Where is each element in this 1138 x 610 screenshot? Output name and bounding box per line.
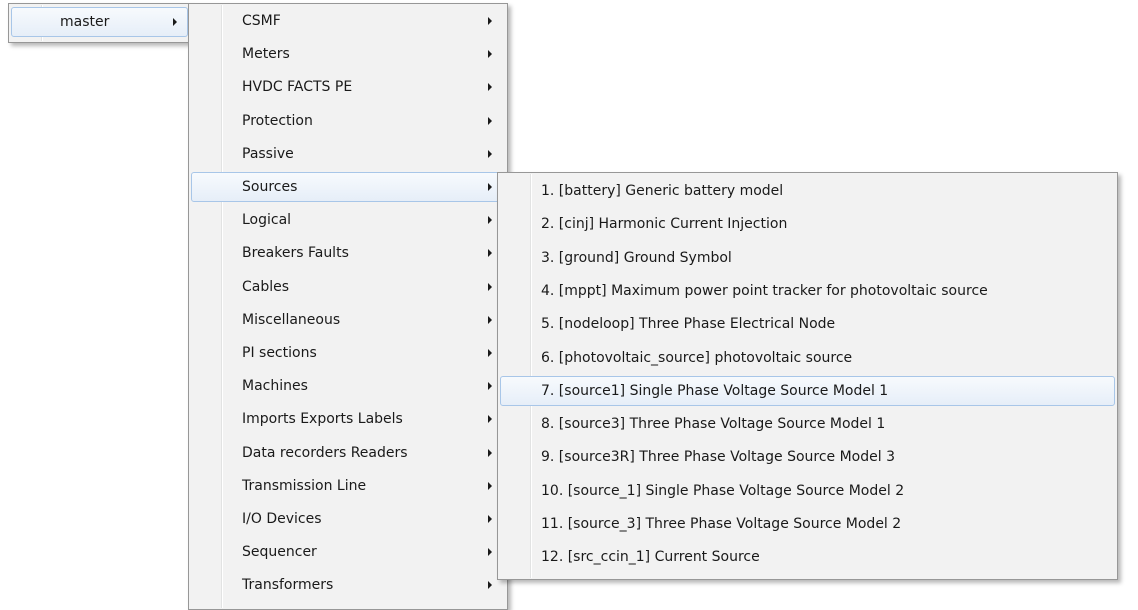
- submenu-arrow-icon: [488, 382, 492, 391]
- submenu-arrow-icon: [488, 149, 492, 158]
- source-item[interactable]: 4. [mppt] Maximum power point tracker fo…: [500, 276, 1115, 306]
- category-item[interactable]: PI sections: [191, 338, 505, 368]
- source-item[interactable]: 7. [source1] Single Phase Voltage Source…: [500, 375, 1115, 406]
- source-item[interactable]: 9. [source3R] Three Phase Voltage Source…: [500, 442, 1115, 472]
- category-item[interactable]: Breakers Faults: [191, 238, 505, 268]
- source-item-label: 5. [nodeloop] Three Phase Electrical Nod…: [541, 316, 836, 333]
- submenu-arrow-icon: [488, 315, 492, 324]
- source-item[interactable]: 8. [source3] Three Phase Voltage Source …: [500, 409, 1115, 439]
- category-item[interactable]: Cables: [191, 272, 505, 302]
- source-item[interactable]: 3. [ground] Ground Symbol: [500, 243, 1115, 273]
- source-item[interactable]: 12. [src_ccin_1] Current Source: [500, 542, 1115, 572]
- category-item[interactable]: Logical: [191, 205, 505, 235]
- category-item[interactable]: HVDC FACTS PE: [191, 72, 505, 102]
- submenu-arrow-icon: [488, 83, 492, 92]
- menu-sources: 1. [battery] Generic battery model 2. [ci…: [497, 172, 1118, 580]
- source-item[interactable]: 2. [cinj] Harmonic Current Injection: [500, 209, 1115, 239]
- source-item-label: 6. [photovoltaic_source] photovoltaic so…: [541, 349, 853, 366]
- category-item[interactable]: Sources: [191, 172, 505, 202]
- category-item-label: Meters: [242, 46, 290, 63]
- category-item[interactable]: Sequencer: [191, 537, 505, 567]
- source-item-label: 7. [source1] Single Phase Voltage Source…: [541, 382, 889, 399]
- category-item-label: Sources: [242, 179, 298, 195]
- submenu-arrow-icon: [488, 448, 492, 457]
- category-item[interactable]: Meters: [191, 39, 505, 69]
- category-item-label: Protection: [242, 112, 313, 129]
- source-item[interactable]: 10. [source_1] Single Phase Voltage Sour…: [500, 476, 1115, 506]
- category-item-label: Imports Exports Labels: [242, 411, 403, 428]
- submenu-arrow-icon: [488, 249, 492, 258]
- submenu-arrow-icon: [488, 349, 492, 357]
- submenu-arrow-icon: [488, 50, 492, 59]
- source-item[interactable]: 5. [nodeloop] Three Phase Electrical Nod…: [500, 309, 1115, 339]
- submenu-arrow-icon: [488, 581, 492, 590]
- source-item-label: 1. [battery] Generic battery model: [541, 183, 784, 199]
- category-item[interactable]: Transmission Line: [191, 471, 505, 501]
- submenu-arrow-icon: [488, 481, 492, 490]
- source-item-label: 11. [source_3] Three Phase Voltage Sourc…: [541, 516, 902, 532]
- category-item-label: PI sections: [242, 345, 317, 361]
- source-item-label: 8. [source3] Three Phase Voltage Source …: [541, 416, 886, 433]
- menu-categories: CSMF Meters HVDC FACTS PE Protection Passive…: [188, 3, 508, 610]
- source-item-label: 4. [mppt] Maximum power point tracker fo…: [541, 282, 988, 299]
- category-item-label: Logical: [242, 212, 292, 229]
- source-item[interactable]: 11. [source_3] Three Phase Voltage Sourc…: [500, 509, 1115, 539]
- category-item[interactable]: Miscellaneous: [191, 305, 505, 335]
- category-item[interactable]: Protection: [191, 106, 505, 136]
- submenu-arrow-icon: [488, 17, 492, 25]
- category-item-label: I/O Devices: [242, 511, 322, 527]
- category-item-label: HVDC FACTS PE: [242, 79, 353, 96]
- source-item[interactable]: 1. [battery] Generic battery model: [500, 176, 1115, 206]
- category-item-label: Miscellaneous: [242, 311, 341, 328]
- category-item-label: CSMF: [242, 13, 281, 29]
- source-item-label: 2. [cinj] Harmonic Current Injection: [541, 216, 788, 233]
- submenu-arrow-icon: [488, 548, 492, 557]
- submenu-arrow-icon: [488, 116, 492, 125]
- category-item-label: Cables: [242, 278, 290, 295]
- category-item-label: Breakers Faults: [242, 245, 349, 262]
- category-item-label: Machines: [242, 378, 308, 395]
- submenu-arrow-icon: [488, 282, 492, 291]
- submenu-arrow-icon: [488, 415, 492, 424]
- category-item[interactable]: Passive: [191, 139, 505, 169]
- category-item[interactable]: I/O Devices: [191, 504, 505, 534]
- category-item-label: Passive: [242, 145, 294, 162]
- category-item-label: Transformers: [242, 577, 334, 594]
- category-item[interactable]: Machines: [191, 371, 505, 401]
- source-item-label: 10. [source_1] Single Phase Voltage Sour…: [541, 482, 905, 499]
- category-item-label: Sequencer: [242, 544, 317, 561]
- submenu-arrow-icon: [488, 183, 492, 191]
- menu-master-item-label: master: [60, 14, 110, 30]
- submenu-arrow-icon: [488, 216, 492, 225]
- source-item-label: 3. [ground] Ground Symbol: [541, 249, 732, 266]
- category-item-label: Transmission Line: [242, 477, 367, 494]
- category-item[interactable]: Imports Exports Labels: [191, 404, 505, 434]
- source-item-label: 12. [src_ccin_1] Current Source: [541, 549, 760, 566]
- source-item-label: 9. [source3R] Three Phase Voltage Source…: [541, 449, 895, 466]
- category-item-label: Data recorders Readers: [242, 444, 408, 461]
- category-item[interactable]: CSMF: [191, 6, 505, 36]
- source-item[interactable]: 6. [photovoltaic_source] photovoltaic so…: [500, 343, 1115, 373]
- submenu-arrow-icon: [173, 18, 177, 26]
- menu-master: master: [8, 3, 191, 43]
- submenu-arrow-icon: [488, 515, 492, 523]
- category-item[interactable]: Data recorders Readers: [191, 438, 505, 468]
- menu-master-item[interactable]: master: [11, 7, 188, 37]
- category-item[interactable]: Transformers: [191, 570, 505, 600]
